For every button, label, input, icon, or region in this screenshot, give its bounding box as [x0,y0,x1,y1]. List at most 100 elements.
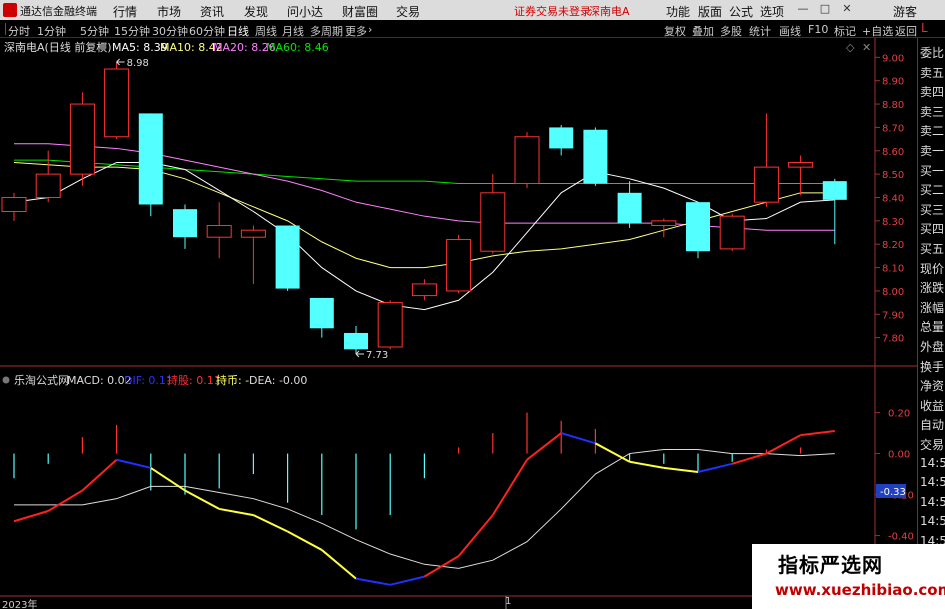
toolbar-multistock-button[interactable]: 多股 [720,23,742,39]
sub-settings-icon[interactable] [2,376,10,384]
diamond-icon[interactable]: ◇ [846,41,855,54]
toolbar-adjust-button[interactable]: 复权 [664,23,686,39]
period-tab-60min[interactable]: 60分钟 [189,23,225,39]
menu-item-trade[interactable]: 交易 [396,3,420,20]
candle-body [753,166,779,203]
period-tab-5min[interactable]: 5分钟 [80,23,109,39]
menu-item-discover[interactable]: 发现 [244,3,268,20]
macd-axis: 0.200.00-0.20-0.40 [875,409,914,543]
price-tick-label: 8.50 [882,170,904,181]
dif-segment [13,510,49,523]
period-tab-30min[interactable]: 30分钟 [152,23,188,39]
settings-gear-icon[interactable] [99,43,107,51]
toolbar-f10-button[interactable]: F10 [808,23,828,36]
candlesticks [1,62,847,354]
price-tick-label: 8.90 [882,77,904,88]
chart-area[interactable]: 深南电A(日线 前复权) MA5: 8.39 MA10: 8.42 MA20: … [0,38,917,609]
price-tick-label: 8.60 [882,147,904,158]
current-stock-name: 深南电A [589,5,630,18]
high-price-label: 8.98 [127,58,149,69]
side-panel-label: 买三 [920,202,945,217]
side-panel-label: 卖五 [920,65,945,80]
dif-segment [594,442,631,463]
price-tick-label: 8.00 [882,287,904,298]
menu-item-market[interactable]: 行情 [113,3,137,20]
menu-bar: 通达信金融终端 行情 市场 资讯 发现 问小达 财富圈 交易 证券交易未登录 深… [0,0,945,20]
side-panel-label: 14:56 [920,514,945,529]
side-panel-label: 收益 [920,398,945,413]
dea-legend: DEA: -0.00 [249,374,307,387]
toolbar-stats-button[interactable]: 统计 [749,23,771,39]
price-tick-label: 8.30 [882,217,904,228]
trade-login-warning[interactable]: 证券交易未登录 [514,3,591,19]
period-tab-monthly[interactable]: 月线 [282,23,304,39]
menu-item-ask[interactable]: 问小达 [287,3,323,20]
menu-item-exchange[interactable]: 市场 [157,3,181,20]
toolbar-back-button[interactable]: 返回 [895,23,917,39]
macd-tick-label: 0.00 [888,450,910,461]
menu-item-news[interactable]: 资讯 [200,3,224,20]
toolbar-overlay-button[interactable]: 叠加 [692,23,714,39]
minimize-icon[interactable]: — [796,2,810,16]
menu-options[interactable]: 选项 [760,3,784,20]
side-panel-label: 外盘 [920,340,945,354]
candle-body [480,192,506,252]
dif-segment [423,555,460,578]
side-panel-label: 14:56 [920,455,945,470]
menu-function[interactable]: 功能 [666,3,690,20]
candle-body [686,202,710,252]
toolbar-mark-button[interactable]: 标记 [834,23,856,39]
side-panel-label: 总量 [920,320,945,335]
candle-body [377,302,403,348]
period-tab-15min[interactable]: 15分钟 [114,23,150,39]
candle-body [719,215,745,250]
candle-body [104,68,130,138]
menu-formula[interactable]: 公式 [729,3,753,20]
date-label-year: 2023年 [2,600,38,609]
app-logo-icon [3,3,17,17]
low-price-label: 7.73 [366,350,388,361]
close-icon[interactable]: ✕ [840,2,854,16]
side-panel-label: 委比 [920,46,945,60]
candle-body [514,136,540,184]
maximize-icon[interactable]: □ [818,2,832,16]
macd-tick-label: -0.40 [888,532,914,543]
side-panel-label: 自动 [920,418,945,433]
period-tab-more[interactable]: 更多 [345,23,367,39]
chevron-right-icon[interactable]: › [368,23,372,36]
candle-body [344,332,368,350]
menu-layout[interactable]: 版面 [698,3,722,20]
menu-item-wealth[interactable]: 财富圈 [342,3,378,20]
candle-body [549,127,574,149]
high-arrow-icon [116,58,125,66]
dif-segment [491,459,528,516]
price-tick-label: 8.20 [882,240,904,251]
dif-segment [47,489,83,512]
candle-body [1,196,27,213]
candle-body [583,129,608,184]
price-axis: 9.00 8.90 8.80 8.70 8.60 8.50 8.40 8.30 8.20 8.10… [875,53,904,345]
period-tab-1min[interactable]: 1分钟 [37,23,66,39]
guest-label[interactable]: 游客 [893,3,917,20]
toolbar-add-favorite-button[interactable]: +自选 [862,23,893,39]
cash-legend: 持币: - [216,373,249,387]
price-tick-label: 8.80 [882,100,904,111]
dif-segment [81,458,118,492]
period-tab-daily[interactable]: 日线 [227,23,249,39]
period-tab-weekly[interactable]: 周线 [255,23,277,39]
candle-body [309,297,334,329]
candle-body [240,229,266,238]
period-toolbar: 分时 1分钟 5分钟 15分钟 30分钟 60分钟 日线 周线 月线 多周期 更… [0,20,945,38]
price-tick-label: 7.90 [882,310,904,321]
toolbar-draw-button[interactable]: 画线 [779,23,801,39]
price-tick-label: 8.10 [882,264,904,275]
candle-body [411,283,437,297]
period-tab-multi[interactable]: 多周期 [310,23,343,39]
side-panel-label: 换手 [920,359,945,374]
side-panel-label: 卖四 [920,85,945,100]
panel-close-icon[interactable]: ✕ [862,41,871,54]
period-tab-timeshare[interactable]: 分时 [8,23,30,39]
hold-legend: 持股: 0.11 [167,373,221,387]
candle-body [138,113,163,205]
ma60-legend: MA60: 8.46 [266,41,329,54]
